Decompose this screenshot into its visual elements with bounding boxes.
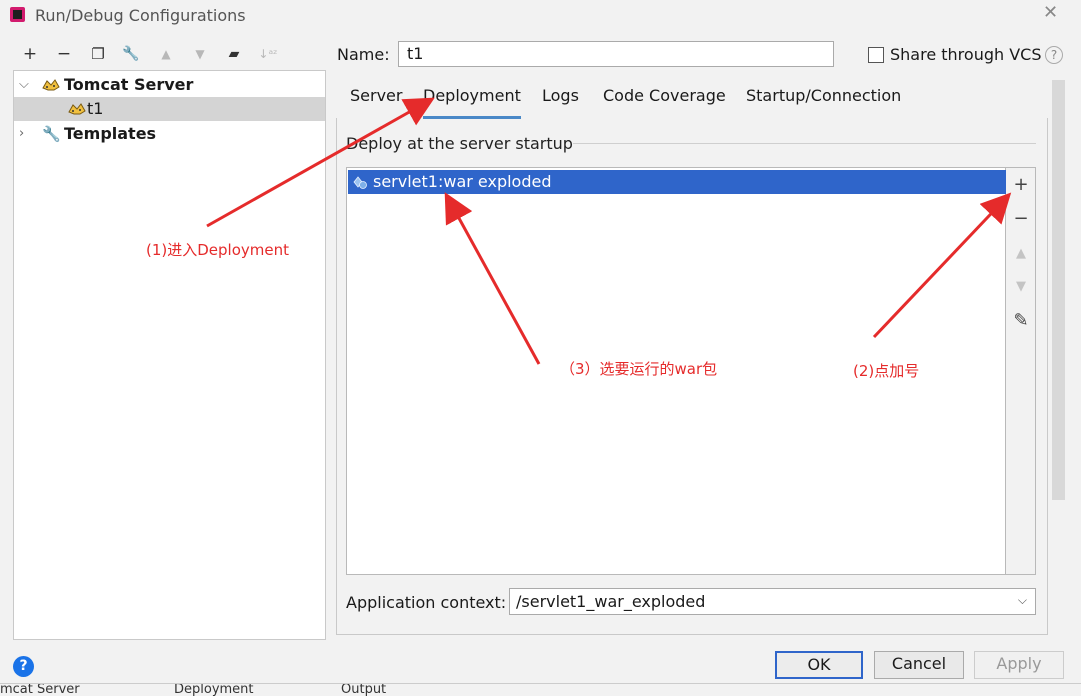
strip-text: Output (341, 683, 387, 696)
tree-group-label: Tomcat Server (64, 75, 194, 94)
scrollbar[interactable] (1052, 80, 1065, 500)
tree-item-templates[interactable]: › 🔧 Templates (14, 122, 325, 146)
annotation-step-3: （3）选要运行的war包 (560, 360, 718, 378)
chevron-down-icon[interactable]: ⌵ (19, 73, 29, 97)
strip-text: mcat Server (0, 683, 80, 696)
chevron-right-icon[interactable]: › (19, 122, 24, 146)
tree-templates-label: Templates (64, 124, 157, 143)
tab-logs[interactable]: Logs (542, 86, 579, 116)
share-vcs-checkbox[interactable] (868, 47, 884, 63)
configuration-tree[interactable]: ⌵ Tomcat Server t1 › 🔧 Templates (13, 70, 326, 640)
help-button[interactable]: ? (13, 656, 34, 677)
deployment-item-label: servlet1:war exploded (373, 172, 552, 191)
tab-deployment[interactable]: Deployment (423, 86, 521, 119)
annotation-step-1: (1)进入Deployment (146, 241, 289, 259)
tomcat-icon (68, 103, 86, 115)
wrench-icon[interactable]: 🔧 (120, 43, 142, 65)
move-down-icon[interactable]: ▼ (189, 43, 211, 65)
edit-pencil-icon[interactable]: ✎ (1010, 310, 1032, 332)
tomcat-icon (42, 79, 60, 91)
section-title: Deploy at the server startup (346, 134, 573, 153)
intellij-app-icon (10, 7, 25, 22)
annotation-step-2: (2)点加号 (853, 362, 920, 380)
app-context-label: Application context: (346, 593, 507, 612)
app-context-value: /servlet1_war_exploded (516, 592, 706, 611)
list-item[interactable]: servlet1:war exploded (348, 170, 1006, 194)
remove-artifact-icon[interactable]: − (1010, 208, 1032, 230)
wrench-icon: 🔧 (42, 125, 61, 143)
deployment-toolbar: + − ▲ ▼ ✎ (1006, 167, 1036, 575)
ok-button[interactable]: OK (775, 651, 863, 679)
name-field[interactable]: t1 (398, 41, 834, 67)
name-label: Name: (337, 45, 390, 64)
app-context-select[interactable]: /servlet1_war_exploded ⌵ (509, 588, 1036, 615)
move-down-icon[interactable]: ▼ (1010, 276, 1032, 298)
share-vcs-label[interactable]: Share through VCS (890, 45, 1041, 64)
tree-item-t1[interactable]: t1 (14, 97, 325, 121)
sort-icon[interactable]: ↓ᵃᶻ (257, 43, 279, 65)
section-divider (566, 143, 1036, 144)
help-icon[interactable]: ? (1045, 46, 1063, 64)
copy-icon[interactable]: ❐ (87, 43, 109, 65)
remove-icon[interactable]: − (53, 43, 75, 65)
tree-child-label: t1 (87, 99, 104, 118)
background-window-strip: mcat Server Deployment Output (0, 683, 1081, 696)
cancel-button[interactable]: Cancel (874, 651, 964, 679)
tree-item-tomcat-server[interactable]: ⌵ Tomcat Server (14, 73, 325, 97)
apply-button[interactable]: Apply (974, 651, 1064, 679)
tab-server[interactable]: Server (350, 86, 402, 116)
add-icon[interactable]: + (19, 43, 41, 65)
window-title: Run/Debug Configurations (35, 6, 246, 25)
close-icon[interactable]: ✕ (1043, 2, 1058, 23)
tab-startup-connection[interactable]: Startup/Connection (746, 86, 901, 116)
strip-text: Deployment (174, 683, 254, 696)
add-artifact-icon[interactable]: + (1010, 174, 1032, 196)
artifact-icon (353, 176, 367, 189)
folder-add-icon[interactable]: ▰ (223, 43, 245, 65)
chevron-down-icon[interactable]: ⌵ (1018, 590, 1027, 611)
tab-code-coverage[interactable]: Code Coverage (603, 86, 726, 116)
move-up-icon[interactable]: ▲ (1010, 243, 1032, 265)
move-up-icon[interactable]: ▲ (155, 43, 177, 65)
